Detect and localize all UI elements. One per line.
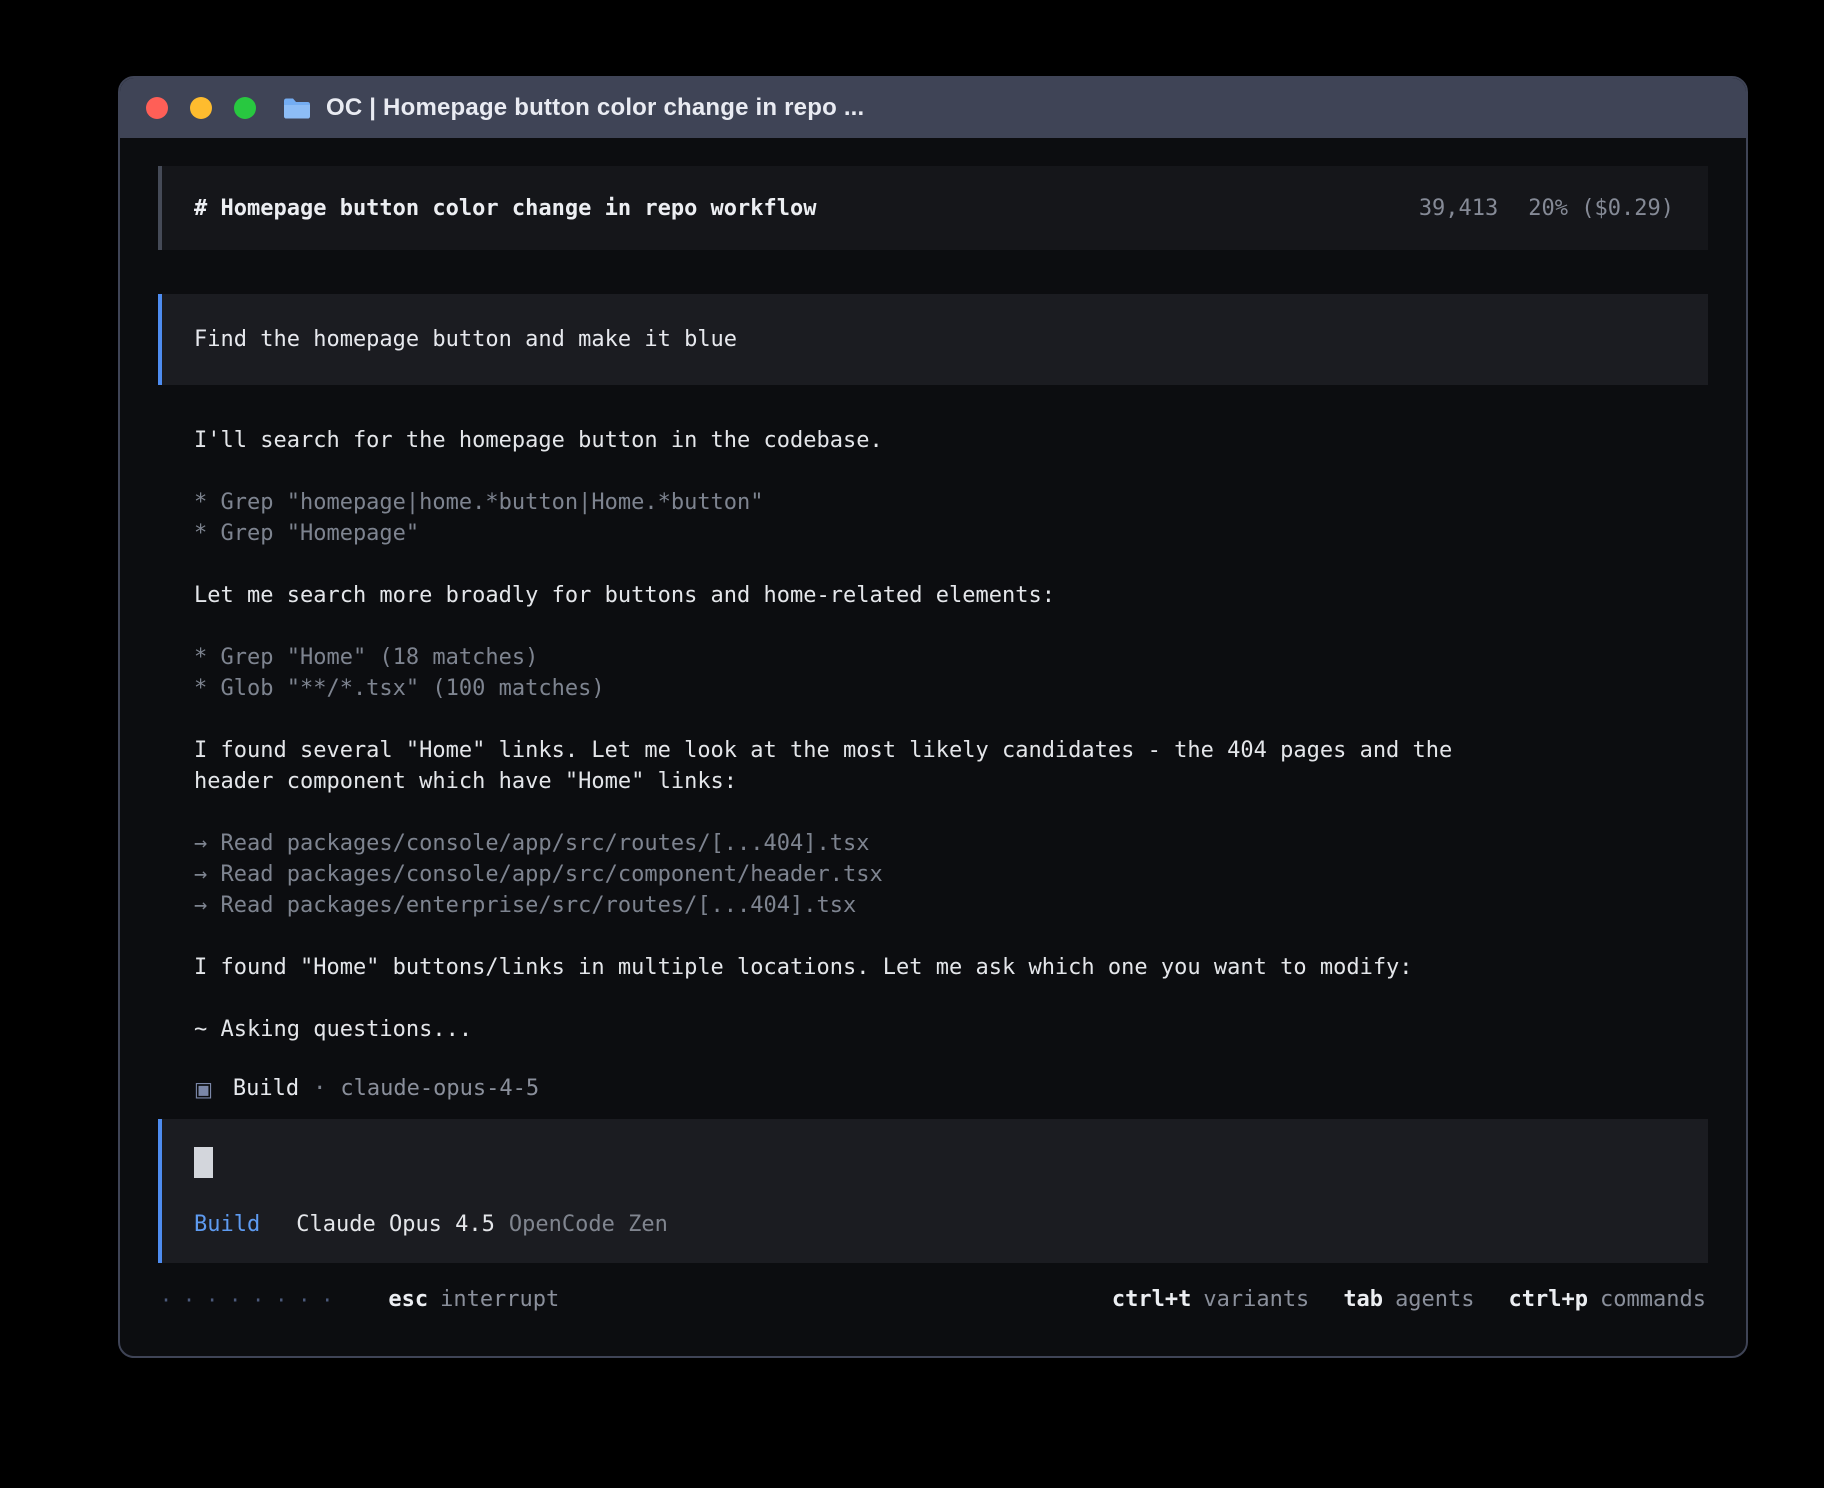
message-line: I found several "Home" links. Let me loo… (194, 735, 1708, 766)
footer-shortcut: ctrl+t variants (1112, 1287, 1309, 1312)
shortcut-key: ctrl+p (1509, 1287, 1588, 1312)
terminal-content: # Homepage button color change in repo w… (120, 138, 1746, 1356)
agent-mode-label: Build (194, 1212, 260, 1237)
minimize-window-button[interactable] (190, 97, 212, 119)
model-name: Claude Opus 4.5 (296, 1212, 495, 1237)
shortcut-label: variants (1203, 1287, 1309, 1312)
agent-status-row: ▣ Build · claude-opus-4-5 (194, 1076, 1708, 1101)
terminal-window: OC | Homepage button color change in rep… (118, 76, 1748, 1358)
agent-model: claude-opus-4-5 (340, 1076, 539, 1101)
window-titlebar[interactable]: OC | Homepage button color change in rep… (120, 78, 1746, 138)
agent-build-icon: ▣ (194, 1077, 213, 1101)
message-text: ~ Asking questions... (194, 1014, 1708, 1045)
message-line: Let me search more broadly for buttons a… (194, 580, 1708, 611)
message-text: Let me search more broadly for buttons a… (194, 580, 1708, 611)
shortcut-label: agents (1395, 1287, 1474, 1312)
message-line: ~ Asking questions... (194, 1014, 1708, 1045)
zoom-window-button[interactable] (234, 97, 256, 119)
window-title: OC | Homepage button color change in rep… (326, 94, 864, 122)
message-line: * Glob "**/*.tsx" (100 matches) (194, 673, 1708, 704)
traffic-lights (146, 97, 256, 119)
agent-name: Build (233, 1076, 299, 1101)
conversation: I'll search for the homepage button in t… (194, 425, 1708, 1119)
message-text: I found several "Home" links. Let me loo… (194, 735, 1708, 797)
message-line: I found "Home" buttons/links in multiple… (194, 952, 1708, 983)
user-message: Find the homepage button and make it blu… (158, 294, 1708, 385)
message-line: → Read packages/console/app/src/routes/[… (194, 828, 1708, 859)
shortcut-label: commands (1600, 1287, 1706, 1312)
footer-shortcut: tab agents (1343, 1287, 1474, 1312)
close-window-button[interactable] (146, 97, 168, 119)
text-cursor (194, 1147, 213, 1178)
message-text: I found "Home" buttons/links in multiple… (194, 952, 1708, 983)
session-title: # Homepage button color change in repo w… (194, 196, 817, 221)
footer-left: ········ esc interrupt (160, 1287, 559, 1312)
token-count: 39,413 (1419, 196, 1498, 221)
model-status-row: Build Claude Opus 4.5 OpenCode Zen (194, 1212, 1674, 1237)
separator-dot: · (313, 1076, 326, 1101)
session-header: # Homepage button color change in repo w… (158, 166, 1708, 250)
message-line: header component which have "Home" links… (194, 766, 1708, 797)
message-text: I'll search for the homepage button in t… (194, 425, 1708, 456)
footer-shortcuts: ctrl+t variants tab agents ctrl+p commands (1112, 1287, 1706, 1312)
message-tool: * Grep "Home" (18 matches)* Glob "**/*.t… (194, 642, 1708, 704)
message-line: * Grep "homepage|home.*button|Home.*butt… (194, 487, 1708, 518)
interrupt-label: interrupt (440, 1287, 559, 1312)
message-line: I'll search for the homepage button in t… (194, 425, 1708, 456)
context-usage: 20% ($0.29) (1528, 196, 1674, 221)
user-message-text: Find the homepage button and make it blu… (194, 327, 737, 352)
message-line: * Grep "Homepage" (194, 518, 1708, 549)
message-line: → Read packages/console/app/src/componen… (194, 859, 1708, 890)
esc-key-hint: esc (388, 1287, 428, 1312)
folder-icon (282, 96, 312, 121)
session-stats: 39,413 20% ($0.29) (1419, 196, 1674, 221)
footer-shortcut: ctrl+p commands (1509, 1287, 1706, 1312)
message-line: → Read packages/enterprise/src/routes/[.… (194, 890, 1708, 921)
message-tool: * Grep "homepage|home.*button|Home.*butt… (194, 487, 1708, 549)
status-footer: ········ esc interrupt ctrl+t variants tab… (158, 1287, 1708, 1312)
shortcut-key: tab (1343, 1287, 1383, 1312)
provider-name: OpenCode Zen (509, 1212, 668, 1237)
message-read: → Read packages/console/app/src/routes/[… (194, 828, 1708, 921)
shortcut-key: ctrl+t (1112, 1287, 1191, 1312)
spinner-dots: ········ (160, 1288, 344, 1312)
message-line: * Grep "Home" (18 matches) (194, 642, 1708, 673)
prompt-input[interactable]: Build Claude Opus 4.5 OpenCode Zen (158, 1119, 1708, 1263)
